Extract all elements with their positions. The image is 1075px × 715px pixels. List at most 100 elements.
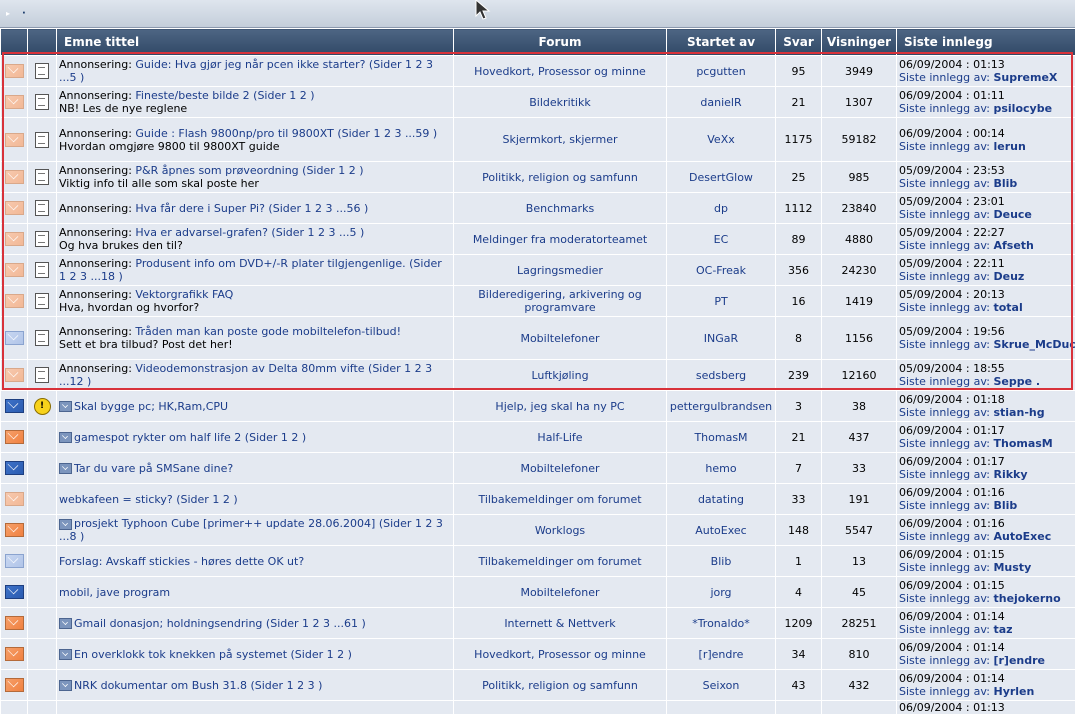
- forum-link[interactable]: Benchmarks: [526, 202, 594, 215]
- new-post-icon[interactable]: [59, 680, 72, 691]
- page-links[interactable]: (Sider 1 2 ): [173, 493, 238, 506]
- page-links[interactable]: (Sider 1 2 ): [299, 164, 364, 177]
- new-post-icon[interactable]: [59, 401, 72, 412]
- starter-link[interactable]: INGaR: [704, 332, 738, 345]
- last-post-user[interactable]: Deuce: [993, 208, 1031, 221]
- starter-link[interactable]: DesertGlow: [689, 171, 753, 184]
- new-post-icon[interactable]: [59, 432, 72, 443]
- last-post-user[interactable]: lerun: [993, 140, 1025, 153]
- topic-link[interactable]: Guide: Hva gjør jeg når pcen ikke starte…: [135, 58, 365, 71]
- starter-link[interactable]: dp: [714, 202, 728, 215]
- last-post-user[interactable]: SupremeX: [993, 71, 1057, 84]
- page-links[interactable]: (Sider 1 2 3 ...56 ): [265, 202, 368, 215]
- last-post-user[interactable]: stian-hg: [993, 406, 1044, 419]
- topic-link[interactable]: Forslag: Avskaff stickies - høres dette …: [59, 555, 304, 568]
- forum-link[interactable]: Tilbakemeldinger om forumet: [478, 493, 641, 506]
- last-post-user[interactable]: thejokerno: [993, 592, 1060, 605]
- arrow-icon[interactable]: ▸: [6, 9, 10, 18]
- last-post-user[interactable]: Blib: [993, 499, 1017, 512]
- last-post-user[interactable]: total: [993, 301, 1022, 314]
- forum-link[interactable]: Mobiltelefoner: [520, 586, 599, 599]
- page-links[interactable]: (Sider 1 2 ): [241, 431, 306, 444]
- forum-link[interactable]: Worklogs: [535, 524, 585, 537]
- forum-link[interactable]: Skjermkort, skjermer: [502, 133, 617, 146]
- starter-link[interactable]: [r]endre: [699, 648, 744, 661]
- header-last-post[interactable]: Siste innlegg: [897, 29, 1075, 56]
- topic-link[interactable]: Videodemonstrasjon av Delta 80mm vifte: [135, 362, 364, 375]
- starter-link[interactable]: EC: [714, 233, 729, 246]
- topic-link[interactable]: Hva får dere i Super Pi?: [135, 202, 265, 215]
- topic-link[interactable]: prosjekt Typhoon Cube [primer++ update 2…: [74, 517, 375, 530]
- page-links[interactable]: (Sider 1 2 ): [287, 648, 352, 661]
- forum-link[interactable]: Politikk, religion og samfunn: [482, 679, 638, 692]
- starter-link[interactable]: jorg: [710, 586, 731, 599]
- page-links[interactable]: (Sider 1 2 3 ): [247, 679, 322, 692]
- topic-link[interactable]: Tar du vare på SMSane dine?: [74, 462, 233, 475]
- starter-link[interactable]: pcgutten: [696, 65, 745, 78]
- topic-link[interactable]: Vektorgrafikk FAQ: [135, 288, 233, 301]
- starter-link[interactable]: sedsberg: [696, 369, 746, 382]
- forum-link[interactable]: Hovedkort, Prosessor og minne: [474, 65, 646, 78]
- forum-link[interactable]: Half-Life: [537, 431, 582, 444]
- forum-link[interactable]: Luftkjøling: [531, 369, 588, 382]
- starter-link[interactable]: datating: [698, 493, 744, 506]
- starter-link[interactable]: pettergulbrandsen: [670, 400, 772, 413]
- starter-link[interactable]: VeXx: [707, 133, 734, 146]
- last-post-user[interactable]: Blib: [993, 177, 1017, 190]
- forum-link[interactable]: Bilderedigering, arkivering og programva…: [478, 288, 641, 314]
- starter-link[interactable]: ThomasM: [694, 431, 747, 444]
- header-topic[interactable]: Emne tittel: [57, 29, 454, 56]
- forum-link[interactable]: Hjelp, jeg skal ha ny PC: [495, 400, 624, 413]
- page-links[interactable]: (Sider 1 2 3 ...61 ): [262, 617, 365, 630]
- starter-link[interactable]: AutoExec: [695, 524, 746, 537]
- header-views[interactable]: Visninger: [822, 29, 897, 56]
- starter-link[interactable]: hemo: [705, 462, 736, 475]
- new-post-icon[interactable]: [59, 618, 72, 629]
- starter-link[interactable]: Seixon: [703, 679, 740, 692]
- topic-link[interactable]: mobil, jave program: [59, 586, 170, 599]
- dot-link[interactable]: ·: [22, 8, 26, 19]
- new-post-icon[interactable]: [59, 519, 72, 530]
- last-post-user[interactable]: Hyrlen: [993, 685, 1034, 698]
- starter-link[interactable]: *Tronaldo*: [692, 617, 750, 630]
- starter-link[interactable]: danielR: [700, 96, 741, 109]
- forum-link[interactable]: Lagringsmedier: [517, 264, 603, 277]
- topic-link[interactable]: NRK dokumentar om Bush 31.8: [74, 679, 247, 692]
- starter-link[interactable]: PT: [714, 295, 727, 308]
- last-post-user[interactable]: taz: [993, 623, 1012, 636]
- forum-link[interactable]: Hovedkort, Prosessor og minne: [474, 648, 646, 661]
- last-post-user[interactable]: Skrue_McDuck: [993, 338, 1075, 351]
- topic-link[interactable]: En overklokk tok knekken på systemet: [74, 648, 287, 661]
- starter-link[interactable]: OC-Freak: [696, 264, 746, 277]
- topic-link[interactable]: Guide : Flash 9800np/pro til 9800XT: [135, 127, 333, 140]
- page-links[interactable]: (Sider 1 2 3 ...5 ): [268, 226, 364, 239]
- topic-link[interactable]: Hva er advarsel-grafen?: [135, 226, 268, 239]
- last-post-user[interactable]: [r]endre: [993, 654, 1045, 667]
- forum-link[interactable]: Bildekritikk: [529, 96, 590, 109]
- header-forum[interactable]: Forum: [454, 29, 667, 56]
- topic-link[interactable]: Gmail donasjon; holdningsendring: [74, 617, 262, 630]
- forum-link[interactable]: Politikk, religion og samfunn: [482, 171, 638, 184]
- topic-link[interactable]: P&R åpnes som prøveordning: [135, 164, 298, 177]
- forum-link[interactable]: Tilbakemeldinger om forumet: [478, 555, 641, 568]
- forum-link[interactable]: Internett & Nettverk: [504, 617, 615, 630]
- header-replies[interactable]: Svar: [776, 29, 822, 56]
- topic-link[interactable]: Produsent info om DVD+/-R plater tilgjen…: [135, 257, 405, 270]
- starter-link[interactable]: Blib: [711, 555, 732, 568]
- topic-link[interactable]: webkafeen = sticky?: [59, 493, 173, 506]
- last-post-user[interactable]: Deuz: [993, 270, 1024, 283]
- new-post-icon[interactable]: [59, 463, 72, 474]
- topic-link[interactable]: Skal bygge pc; HK,Ram,CPU: [74, 400, 228, 413]
- topic-link[interactable]: gamespot rykter om half life 2: [74, 431, 241, 444]
- forum-link[interactable]: Meldinger fra moderatorteamet: [473, 233, 647, 246]
- forum-link[interactable]: Mobiltelefoner: [520, 332, 599, 345]
- last-post-user[interactable]: Musty: [993, 561, 1031, 574]
- page-links[interactable]: (Sider 1 2 3 ...59 ): [334, 127, 437, 140]
- new-post-icon[interactable]: [59, 649, 72, 660]
- header-starter[interactable]: Startet av: [667, 29, 776, 56]
- last-post-user[interactable]: ThomasM: [993, 437, 1052, 450]
- last-post-user[interactable]: Seppe .: [993, 375, 1040, 388]
- topic-link[interactable]: Tråden man kan poste gode mobiltelefon-t…: [135, 325, 401, 338]
- last-post-user[interactable]: psilocybe: [993, 102, 1052, 115]
- last-post-user[interactable]: AutoExec: [993, 530, 1051, 543]
